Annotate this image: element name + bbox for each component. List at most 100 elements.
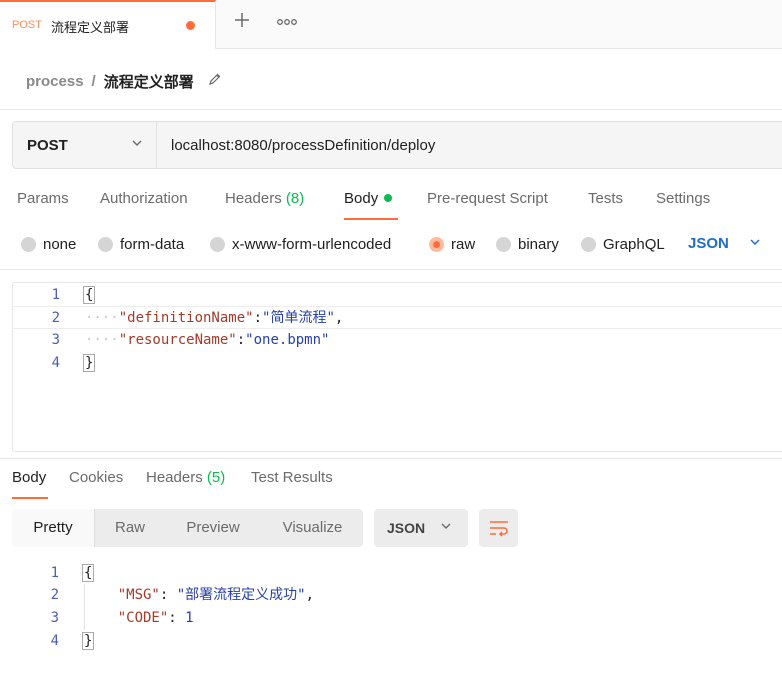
response-tab-test-results[interactable]: Test Results bbox=[251, 469, 333, 486]
radio-raw[interactable]: raw bbox=[429, 236, 475, 253]
line-number: 3 bbox=[51, 332, 60, 348]
tab-bar: POST 流程定义部署 bbox=[0, 0, 782, 49]
response-tab-body[interactable]: Body bbox=[12, 469, 46, 486]
code-line: 3 ····"resourceName":"one.bpmn" bbox=[13, 329, 782, 352]
line-number: 2 bbox=[50, 587, 59, 603]
tab-method-label: POST bbox=[12, 19, 42, 31]
code-line: 3 "CODE": 1 bbox=[12, 607, 782, 630]
radio-form-data[interactable]: form-data bbox=[98, 236, 184, 253]
divider bbox=[0, 269, 782, 270]
code-text: ····"resourceName":"one.bpmn" bbox=[85, 332, 330, 348]
method-select[interactable]: POST bbox=[13, 122, 157, 168]
radio-graphql[interactable]: GraphQL bbox=[581, 236, 665, 253]
code-text: ····"definitionName":"简单流程", bbox=[85, 310, 344, 326]
response-body-viewer[interactable]: 1 { 2 "MSG": "部署流程定义成功", 3 "CODE": 1 4 } bbox=[12, 562, 782, 662]
close-brace: } bbox=[82, 632, 95, 650]
view-preview-button[interactable]: Preview bbox=[170, 509, 256, 547]
radio-binary[interactable]: binary bbox=[496, 236, 559, 253]
code-line: 1 { bbox=[13, 284, 782, 307]
radio-circle-icon bbox=[21, 237, 36, 252]
divider bbox=[0, 458, 782, 459]
radio-circle-icon bbox=[496, 237, 511, 252]
radio-none-label: none bbox=[43, 236, 77, 253]
radio-circle-icon bbox=[98, 237, 113, 252]
response-format-select[interactable]: JSON bbox=[374, 509, 468, 547]
tab-body-label: Body bbox=[344, 190, 379, 207]
code-text: "CODE": 1 bbox=[117, 610, 194, 626]
active-tab-underline bbox=[344, 218, 398, 220]
radio-urlencoded-label: x-www-form-urlencoded bbox=[232, 236, 392, 253]
radio-urlencoded[interactable]: x-www-form-urlencoded bbox=[210, 236, 391, 253]
view-raw-button[interactable]: Raw bbox=[100, 509, 160, 547]
code-text: { bbox=[82, 562, 95, 585]
tab-tests[interactable]: Tests bbox=[588, 190, 623, 207]
radio-circle-icon bbox=[210, 237, 225, 252]
chevron-down-icon bbox=[131, 136, 143, 152]
tab-pre-request-script[interactable]: Pre-request Script bbox=[427, 190, 548, 207]
code-text: "MSG": "部署流程定义成功", bbox=[117, 587, 315, 603]
code-line: 2 ····"definitionName":"简单流程", bbox=[13, 306, 782, 329]
json-key: "definitionName" bbox=[118, 310, 254, 326]
json-key: "MSG" bbox=[117, 587, 160, 603]
chevron-down-icon bbox=[440, 519, 452, 535]
code-line: 2 "MSG": "部署流程定义成功", bbox=[12, 584, 782, 607]
tab-params[interactable]: Params bbox=[17, 190, 69, 207]
radio-form-data-label: form-data bbox=[120, 236, 185, 253]
radio-raw-label: raw bbox=[451, 236, 476, 253]
tab-title: 流程定义部署 bbox=[51, 20, 130, 35]
indent-guide bbox=[84, 584, 85, 630]
unsaved-dot-icon bbox=[186, 21, 195, 30]
view-mode-bar: Pretty Raw Preview Visualize bbox=[12, 509, 363, 547]
line-number: 1 bbox=[51, 287, 60, 303]
response-format-label: JSON bbox=[387, 520, 426, 536]
radio-none[interactable]: none bbox=[21, 236, 76, 253]
breadcrumb-current[interactable]: 流程定义部署 bbox=[104, 71, 194, 92]
code-text: { bbox=[83, 284, 96, 307]
tab-authorization[interactable]: Authorization bbox=[100, 190, 188, 207]
chevron-down-icon[interactable] bbox=[749, 235, 761, 251]
body-language-select[interactable]: JSON bbox=[688, 235, 729, 252]
tab-headers-count: (8) bbox=[285, 190, 305, 207]
pencil-icon[interactable] bbox=[208, 72, 222, 90]
request-tab[interactable]: POST 流程定义部署 bbox=[0, 0, 216, 49]
close-brace: } bbox=[83, 354, 96, 372]
tab-headers-label: Headers bbox=[225, 190, 282, 207]
response-tab-headers-label: Headers bbox=[146, 469, 203, 486]
radio-circle-icon bbox=[581, 237, 596, 252]
open-brace: { bbox=[82, 564, 95, 582]
line-number: 3 bbox=[50, 610, 59, 626]
radio-binary-label: binary bbox=[518, 236, 559, 253]
view-pretty-button[interactable]: Pretty bbox=[12, 509, 95, 547]
request-body-editor[interactable]: 1 { 2 ····"definitionName":"简单流程", 3 ···… bbox=[12, 282, 782, 452]
response-tab-headers[interactable]: Headers (5) bbox=[146, 469, 225, 486]
plus-icon[interactable] bbox=[229, 9, 255, 35]
open-brace: { bbox=[83, 286, 96, 304]
breadcrumb-parent[interactable]: process bbox=[26, 73, 84, 90]
json-key: "CODE" bbox=[117, 610, 169, 626]
line-number: 2 bbox=[51, 310, 60, 326]
json-key: "resourceName" bbox=[118, 332, 237, 348]
view-visualize-button[interactable]: Visualize bbox=[266, 509, 359, 547]
json-value: "one.bpmn" bbox=[245, 332, 330, 348]
whitespace-dots: ···· bbox=[85, 310, 119, 326]
wrap-lines-button[interactable] bbox=[479, 509, 518, 547]
line-number: 4 bbox=[50, 633, 59, 649]
method-label: POST bbox=[27, 137, 68, 154]
tab-headers[interactable]: Headers (8) bbox=[225, 190, 304, 207]
code-text: } bbox=[82, 630, 95, 653]
response-tab-headers-count: (5) bbox=[206, 469, 226, 486]
code-line: 4 } bbox=[13, 352, 782, 375]
json-value: "部署流程定义成功" bbox=[176, 587, 306, 603]
url-input[interactable]: localhost:8080/processDefinition/deploy bbox=[171, 137, 435, 154]
divider bbox=[0, 109, 782, 110]
radio-selected-icon bbox=[429, 237, 444, 252]
ellipsis-icon[interactable] bbox=[274, 9, 300, 35]
wrap-lines-icon bbox=[489, 519, 509, 540]
tab-settings[interactable]: Settings bbox=[656, 190, 710, 207]
code-line: 4 } bbox=[12, 630, 782, 653]
response-tab-cookies[interactable]: Cookies bbox=[69, 469, 123, 486]
json-value: 1 bbox=[185, 610, 194, 626]
tab-body[interactable]: Body bbox=[344, 190, 393, 207]
line-number: 4 bbox=[51, 355, 60, 371]
breadcrumb-separator: / bbox=[91, 72, 96, 90]
